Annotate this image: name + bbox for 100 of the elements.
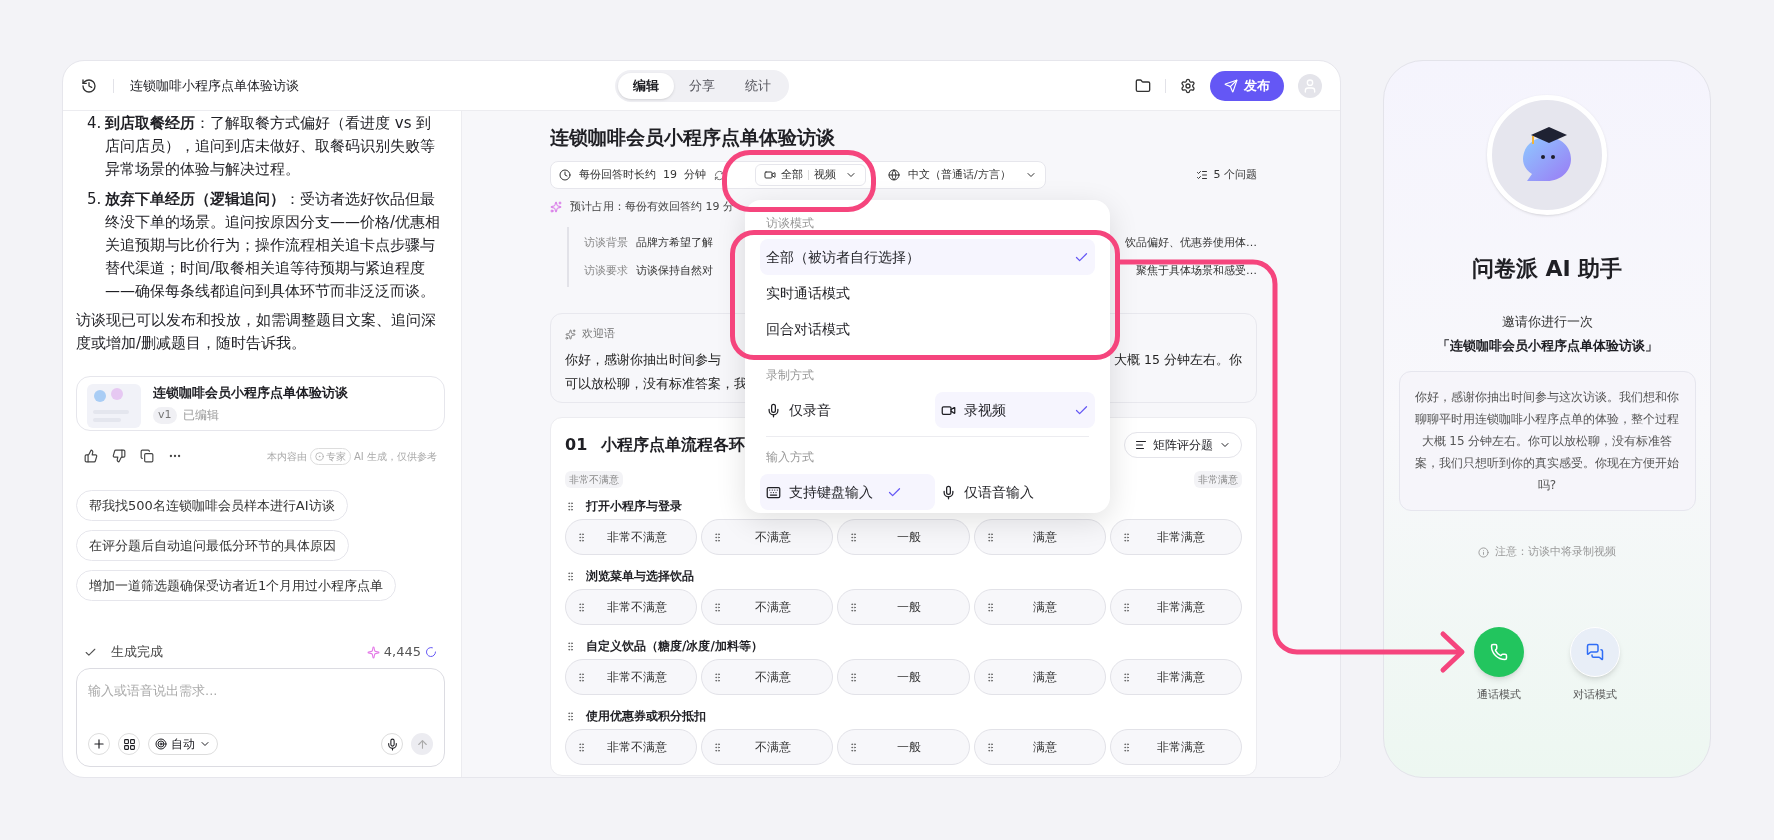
- card-status: 已编辑: [182, 407, 219, 425]
- suggestion-chip[interactable]: 增加一道筛选题确保受访者近1个月用过小程序点单: [76, 570, 397, 601]
- microphone-icon: [766, 402, 781, 418]
- rating-option[interactable]: 非常不满意: [565, 519, 698, 555]
- rating-option[interactable]: 不满意: [701, 589, 834, 625]
- history-button[interactable]: [81, 77, 97, 94]
- drag-handle-icon: [565, 710, 576, 722]
- publish-button[interactable]: 发布: [1210, 70, 1284, 101]
- rating-option[interactable]: 非常不满意: [565, 659, 698, 695]
- arrow-up-icon: [415, 737, 429, 751]
- suggestion-chip[interactable]: 帮我找500名连锁咖啡会员样本进行AI访谈: [76, 490, 348, 521]
- tab[interactable]: 分享: [673, 72, 730, 99]
- rating-option[interactable]: 一般: [837, 589, 970, 625]
- rating-option[interactable]: 不满意: [701, 659, 834, 695]
- refresh-icon: [714, 169, 725, 181]
- clock-icon: [559, 169, 571, 181]
- menu-option[interactable]: 录视频: [935, 392, 1095, 428]
- rating-option[interactable]: 满意: [973, 659, 1106, 695]
- welcome-message: 你好，感谢你抽出时间参与这次访谈。我们想和你聊聊平时用连锁咖啡小程序点单的体验，整个过程大概 15 分钟左右。你可以放松聊，没有标准答案，我们只想听到你的真实感受。你现在方便开始吗?: [1398, 371, 1696, 511]
- drag-handle-icon: [565, 570, 576, 582]
- card-title: 连锁咖啡会员小程序点单体验访谈: [153, 383, 348, 402]
- settings-icon: [1180, 77, 1196, 94]
- send-icon: [1224, 78, 1238, 93]
- drag-handle-icon: [576, 531, 587, 543]
- survey-card[interactable]: 连锁咖啡会员小程序点单体验访谈 v1 已编辑: [76, 376, 445, 431]
- survey-title: 连锁咖啡会员小程序点单体验访谈: [550, 125, 836, 149]
- chat-message: 访谈现已可以发布和投放，如需调整题目文案、追问深度或增加/删减题目，随时告诉我。: [76, 310, 437, 354]
- row-label: 打开小程序与登录: [586, 498, 682, 515]
- invite-text: 邀请你进行一次: [1501, 313, 1593, 331]
- plus-icon: [92, 737, 106, 751]
- list-item-text: 到店取餐经历：了解取餐方式偏好（看进度 vs 到店问店员），追问到店未做好、取餐码识别失败等异常场景的体验与解决过程。: [105, 113, 436, 180]
- row-label: 浏览菜单与选择饮品: [586, 568, 694, 585]
- sparkles-icon: [565, 328, 576, 340]
- rating-option[interactable]: 一般: [837, 729, 970, 765]
- sparkle-icon: [366, 645, 380, 659]
- chat-bubbles-icon: [1586, 643, 1604, 661]
- checklist-icon: [1195, 169, 1208, 181]
- mode-select[interactable]: 全部 视频: [755, 164, 866, 186]
- rating-option[interactable]: 一般: [837, 659, 970, 695]
- folder-icon: [1135, 77, 1151, 94]
- sparkles-icon: [550, 201, 562, 213]
- copy-button[interactable]: [140, 449, 154, 463]
- info-icon: [1478, 546, 1489, 558]
- drag-handle-icon: [565, 500, 576, 512]
- rating-option[interactable]: 满意: [973, 729, 1106, 765]
- rating-option[interactable]: 非常满意: [1109, 589, 1242, 625]
- rating-option[interactable]: 不满意: [701, 519, 834, 555]
- folder-button[interactable]: [1135, 77, 1151, 94]
- drag-handle-icon: [576, 601, 587, 613]
- disclaimer-text: AI 生成，仅供参考: [354, 449, 437, 464]
- rating-option[interactable]: 满意: [973, 519, 1106, 555]
- lines-icon: [1135, 439, 1147, 451]
- menu-section-title: 输入方式: [766, 449, 815, 466]
- scale-label: 非常满意: [1194, 470, 1242, 488]
- rating-option[interactable]: 非常满意: [1109, 729, 1242, 765]
- assistant-name: 问卷派 AI 助手: [1471, 255, 1623, 283]
- rating-option[interactable]: 非常满意: [1109, 519, 1242, 555]
- disclaimer-text: 本内容由: [267, 449, 308, 464]
- menu-option[interactable]: 支持键盘输入: [760, 474, 935, 510]
- detail-text: 饮品偏好、优惠券使用体…: [1125, 234, 1257, 251]
- tab[interactable]: 编辑: [617, 72, 674, 99]
- row-label: 使用优惠券或积分抵扣: [586, 708, 706, 725]
- thumbs-down-button[interactable]: [112, 449, 126, 463]
- list-number: 4.: [87, 113, 103, 134]
- drag-handle-icon: [576, 741, 587, 753]
- grid-icon: [122, 737, 136, 751]
- detail-text: 品牌方希望了解: [636, 234, 713, 251]
- list-item-text: 放弃下单经历（逻辑追问）：受访者选好饮品但最终没下单的场景。追问按原因分支——价格/优惠相关追预期与比价行为；操作流程相关追卡点步骤与替代渠道；时间/取餐相关追等待预期与紧迫程度——确保每条线都追问到具体环节而非泛泛而谈。: [105, 189, 442, 302]
- mode-label: 对话模式: [1573, 687, 1617, 703]
- thumbs-up-button[interactable]: [84, 449, 98, 463]
- spinner-icon: [425, 646, 437, 658]
- menu-option[interactable]: 全部（被访者自行选择）: [760, 239, 1095, 275]
- rating-option[interactable]: 非常不满意: [565, 589, 698, 625]
- user-silhouette-icon: [1302, 77, 1318, 94]
- suggestion-chip[interactable]: 在评分题后自动追问最低分环节的具体原因: [76, 530, 349, 561]
- copy-icon: [140, 449, 154, 463]
- rating-option[interactable]: 非常不满意: [565, 729, 698, 765]
- scale-label: 非常不满意: [565, 470, 623, 488]
- language-select[interactable]: 中文（普通话/方言）: [888, 166, 1037, 184]
- video-camera-icon: [764, 169, 776, 181]
- keyboard-icon: [766, 484, 781, 500]
- rating-option[interactable]: 满意: [973, 589, 1106, 625]
- tab[interactable]: 统计: [729, 72, 786, 99]
- rating-option[interactable]: 非常满意: [1109, 659, 1242, 695]
- rating-option[interactable]: 不满意: [701, 729, 834, 765]
- chat-mode-button[interactable]: [1570, 627, 1620, 677]
- question-number: 01: [565, 434, 588, 456]
- detail-label: 访谈要求: [584, 262, 629, 279]
- question-title: 小程序点单流程各环: [601, 434, 746, 456]
- mode-label: 通话模式: [1477, 687, 1521, 703]
- microphone-icon: [385, 737, 399, 751]
- version-badge: v1: [153, 407, 177, 424]
- note-text: 注意：访谈中将录制视频: [1495, 543, 1616, 560]
- rating-option[interactable]: 一般: [837, 519, 970, 555]
- list-number: 5.: [87, 189, 103, 210]
- settings-button[interactable]: [1180, 77, 1196, 94]
- prompt-field[interactable]: 输入或语音说出需求...: [88, 681, 433, 701]
- target-icon: [155, 738, 167, 750]
- history-icon: [81, 77, 97, 94]
- target-icon: [315, 451, 325, 461]
